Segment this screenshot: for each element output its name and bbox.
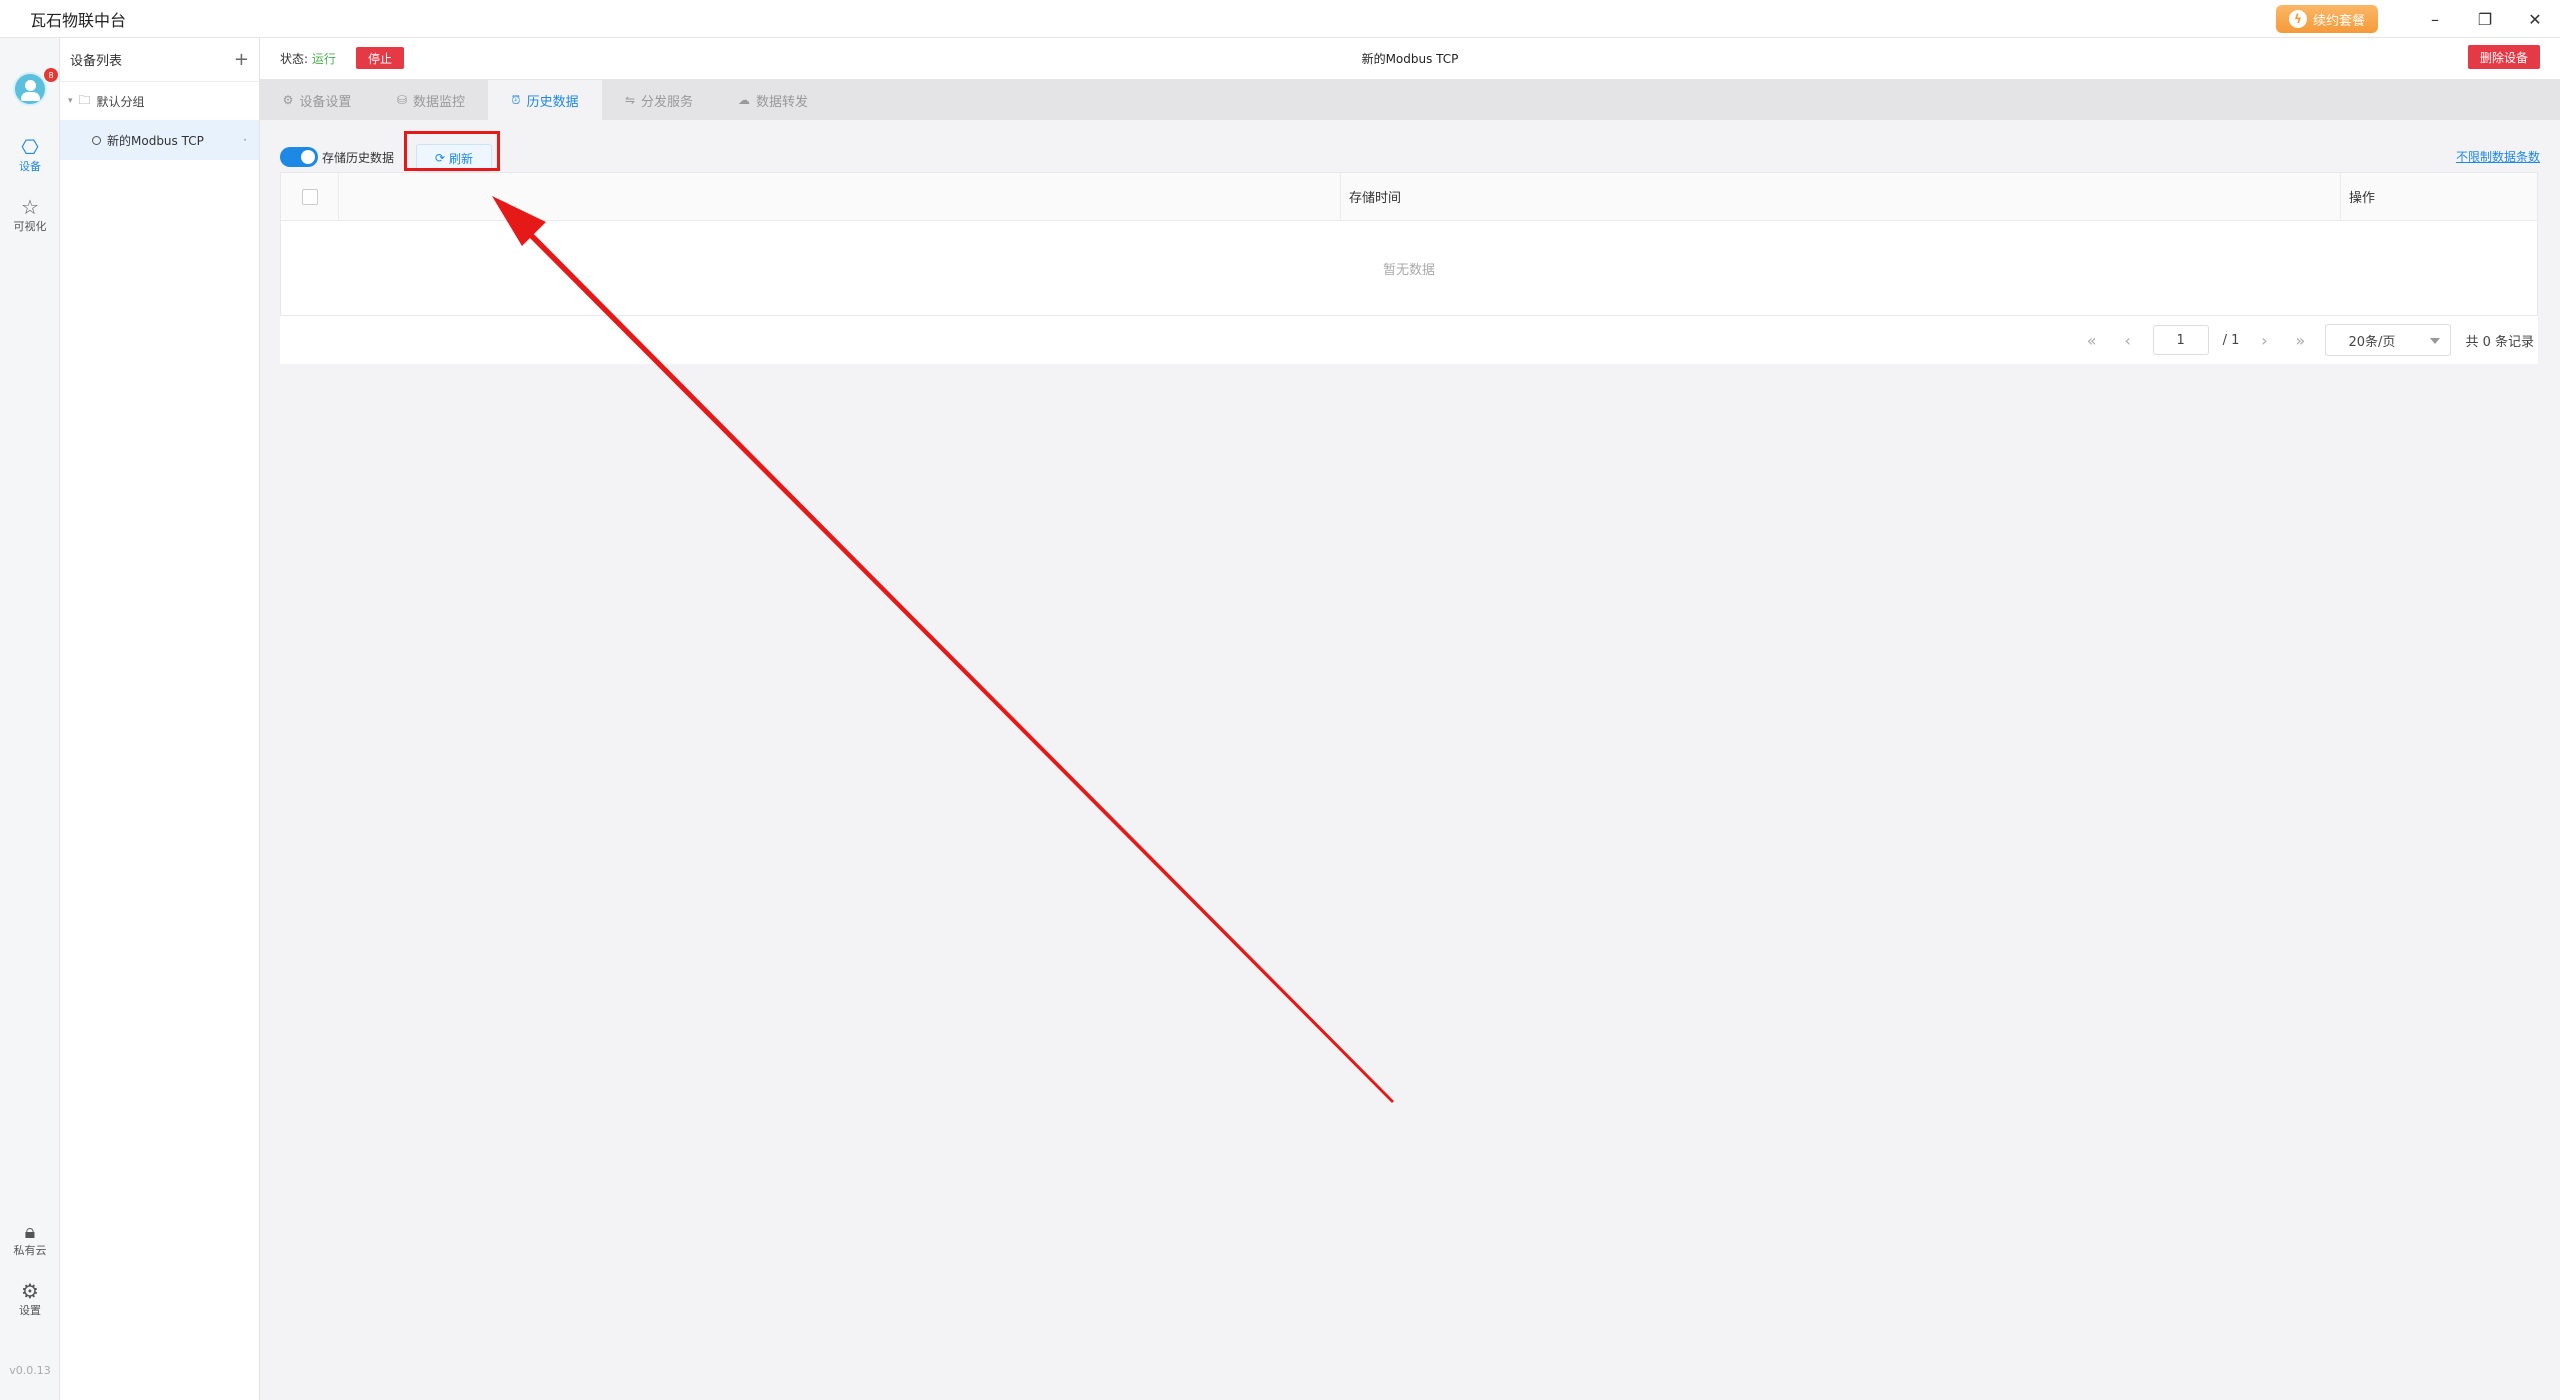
rail-item-settings[interactable]: ⚙ 设置 xyxy=(0,1280,60,1318)
tab-data-monitor[interactable]: ⛁ 数据监控 xyxy=(374,80,488,120)
lock-icon: 🔒︎ xyxy=(24,1219,36,1243)
rail-item-label: 可视化 xyxy=(13,220,47,233)
folder-icon: 🗀︎ xyxy=(78,92,91,107)
cloud-icon: ☁ xyxy=(737,93,750,107)
tab-label: 数据监控 xyxy=(413,94,466,110)
device-list-title: 设备列表 xyxy=(70,54,123,69)
table-header: 存储时间 操作 xyxy=(281,172,2537,221)
tab-label: 历史数据 xyxy=(526,94,579,110)
pagination: « ‹ 1 / 1 › » 20条/页 共 0 条记录 xyxy=(280,316,2538,364)
group-label: 默认分组 xyxy=(96,94,145,109)
history-table: 存储时间 操作 暂无数据 xyxy=(280,172,2538,316)
database-icon: ⛁ xyxy=(396,93,408,107)
rail-item-label: 设置 xyxy=(19,1304,41,1317)
renew-plan-label: 续约套餐 xyxy=(2312,13,2365,29)
select-all-cell xyxy=(281,172,339,221)
store-history-toggle[interactable] xyxy=(280,147,318,167)
select-all-checkbox[interactable] xyxy=(301,188,318,205)
total-records: 共 0 条记录 xyxy=(2465,334,2534,350)
renew-plan-button[interactable]: ϟ 续约套餐 xyxy=(2276,5,2378,33)
avatar[interactable] xyxy=(13,72,47,106)
device-item[interactable]: 新的Modbus TCP · xyxy=(60,120,259,160)
tab-history-data[interactable]: ⏰︎ 历史数据 xyxy=(488,80,602,120)
device-status-icon xyxy=(92,135,101,145)
tab-label: 分发服务 xyxy=(641,94,694,110)
device-list-header: 设备列表 + xyxy=(60,38,259,82)
clock-icon: ⏰︎ xyxy=(511,92,521,107)
device-list-panel: 设备列表 + ▾ 🗀︎ 默认分组 新的Modbus TCP · xyxy=(60,38,260,1400)
main-area: 状态: 运行 停止 新的Modbus TCP 删除设备 ⚙ 设备设置 ⛁ 数据监… xyxy=(260,38,2560,1400)
minimize-icon: – xyxy=(2431,9,2439,29)
lightning-icon: ϟ xyxy=(2288,10,2307,28)
empty-state: 暂无数据 xyxy=(1382,262,1435,278)
add-device-icon[interactable]: + xyxy=(234,49,249,70)
column-header-actions: 操作 xyxy=(2349,191,2376,206)
group-item[interactable]: ▾ 🗀︎ 默认分组 xyxy=(60,82,259,120)
history-toolbar: 存储历史数据 ⟳ 刷新 xyxy=(280,131,500,172)
app-title: 瓦石物联中台 xyxy=(30,10,127,30)
rail-item-visualization[interactable]: ☆ 可视化 xyxy=(0,196,60,234)
minimize-button[interactable]: – xyxy=(2410,0,2460,38)
notification-badge: 8 xyxy=(44,68,58,82)
tab-data-forward[interactable]: ☁ 数据转发 xyxy=(716,80,830,120)
restore-icon: ❐ xyxy=(2477,9,2493,29)
gear-icon: ⚙ xyxy=(21,1279,39,1303)
close-icon: ✕ xyxy=(2528,9,2542,29)
settings-icon: ⚙ xyxy=(282,93,294,107)
tab-distribution-service[interactable]: ⇋ 分发服务 xyxy=(602,80,716,120)
nav-rail: 8 ⎔ 设备 ☆ 可视化 🔒︎ 私有云 ⚙ 设置 v0.0.13 xyxy=(0,38,60,1400)
device-label: 新的Modbus TCP xyxy=(107,133,204,148)
prev-page-icon[interactable]: ‹ xyxy=(2117,331,2139,350)
device-header: 状态: 运行 停止 新的Modbus TCP 删除设备 xyxy=(260,38,2560,80)
total-pages: / 1 xyxy=(2222,332,2240,348)
history-content: 存储历史数据 ⟳ 刷新 不限制数据条数 存储时间 操作 暂无数据 « ‹ 1 /… xyxy=(260,120,2560,1400)
tab-bar: ⚙ 设备设置 ⛁ 数据监控 ⏰︎ 历史数据 ⇋ 分发服务 ☁ 数据转发 xyxy=(260,80,2560,120)
tab-label: 数据转发 xyxy=(755,94,808,110)
device-title: 新的Modbus TCP xyxy=(1361,52,1459,66)
unlimited-records-link[interactable]: 不限制数据条数 xyxy=(2456,148,2540,165)
title-bar: 瓦石物联中台 ϟ 续约套餐 – ❐ ✕ xyxy=(0,0,2560,38)
tab-device-settings[interactable]: ⚙ 设备设置 xyxy=(260,80,374,120)
first-page-icon[interactable]: « xyxy=(2081,331,2103,350)
store-history-label: 存储历史数据 xyxy=(322,150,395,165)
share-icon: ⇋ xyxy=(624,93,636,107)
rail-item-private-cloud[interactable]: 🔒︎ 私有云 xyxy=(0,1220,60,1258)
annotation-highlight-box xyxy=(404,131,500,171)
rail-item-devices[interactable]: ⎔ 设备 xyxy=(0,136,60,174)
column-header-store-time[interactable]: 存储时间 xyxy=(1341,172,2341,221)
version-label: v0.0.13 xyxy=(9,1364,51,1377)
close-button[interactable]: ✕ xyxy=(2510,0,2560,38)
more-icon[interactable]: · xyxy=(243,133,247,147)
delete-device-button[interactable]: 删除设备 xyxy=(2468,45,2540,69)
rail-item-label: 设备 xyxy=(19,160,41,173)
last-page-icon[interactable]: » xyxy=(2289,331,2311,350)
tab-label: 设备设置 xyxy=(299,94,352,110)
next-page-icon[interactable]: › xyxy=(2253,331,2275,350)
page-size-select[interactable]: 20条/页 xyxy=(2325,324,2452,356)
chevron-down-icon: ▾ xyxy=(68,96,73,106)
column-header-blank xyxy=(339,172,1341,221)
page-number-input[interactable]: 1 xyxy=(2152,325,2209,355)
chip-icon: ⎔ xyxy=(21,135,39,159)
rail-item-label: 私有云 xyxy=(13,1244,47,1257)
restore-button[interactable]: ❐ xyxy=(2460,0,2510,38)
star-icon: ☆ xyxy=(21,195,39,219)
